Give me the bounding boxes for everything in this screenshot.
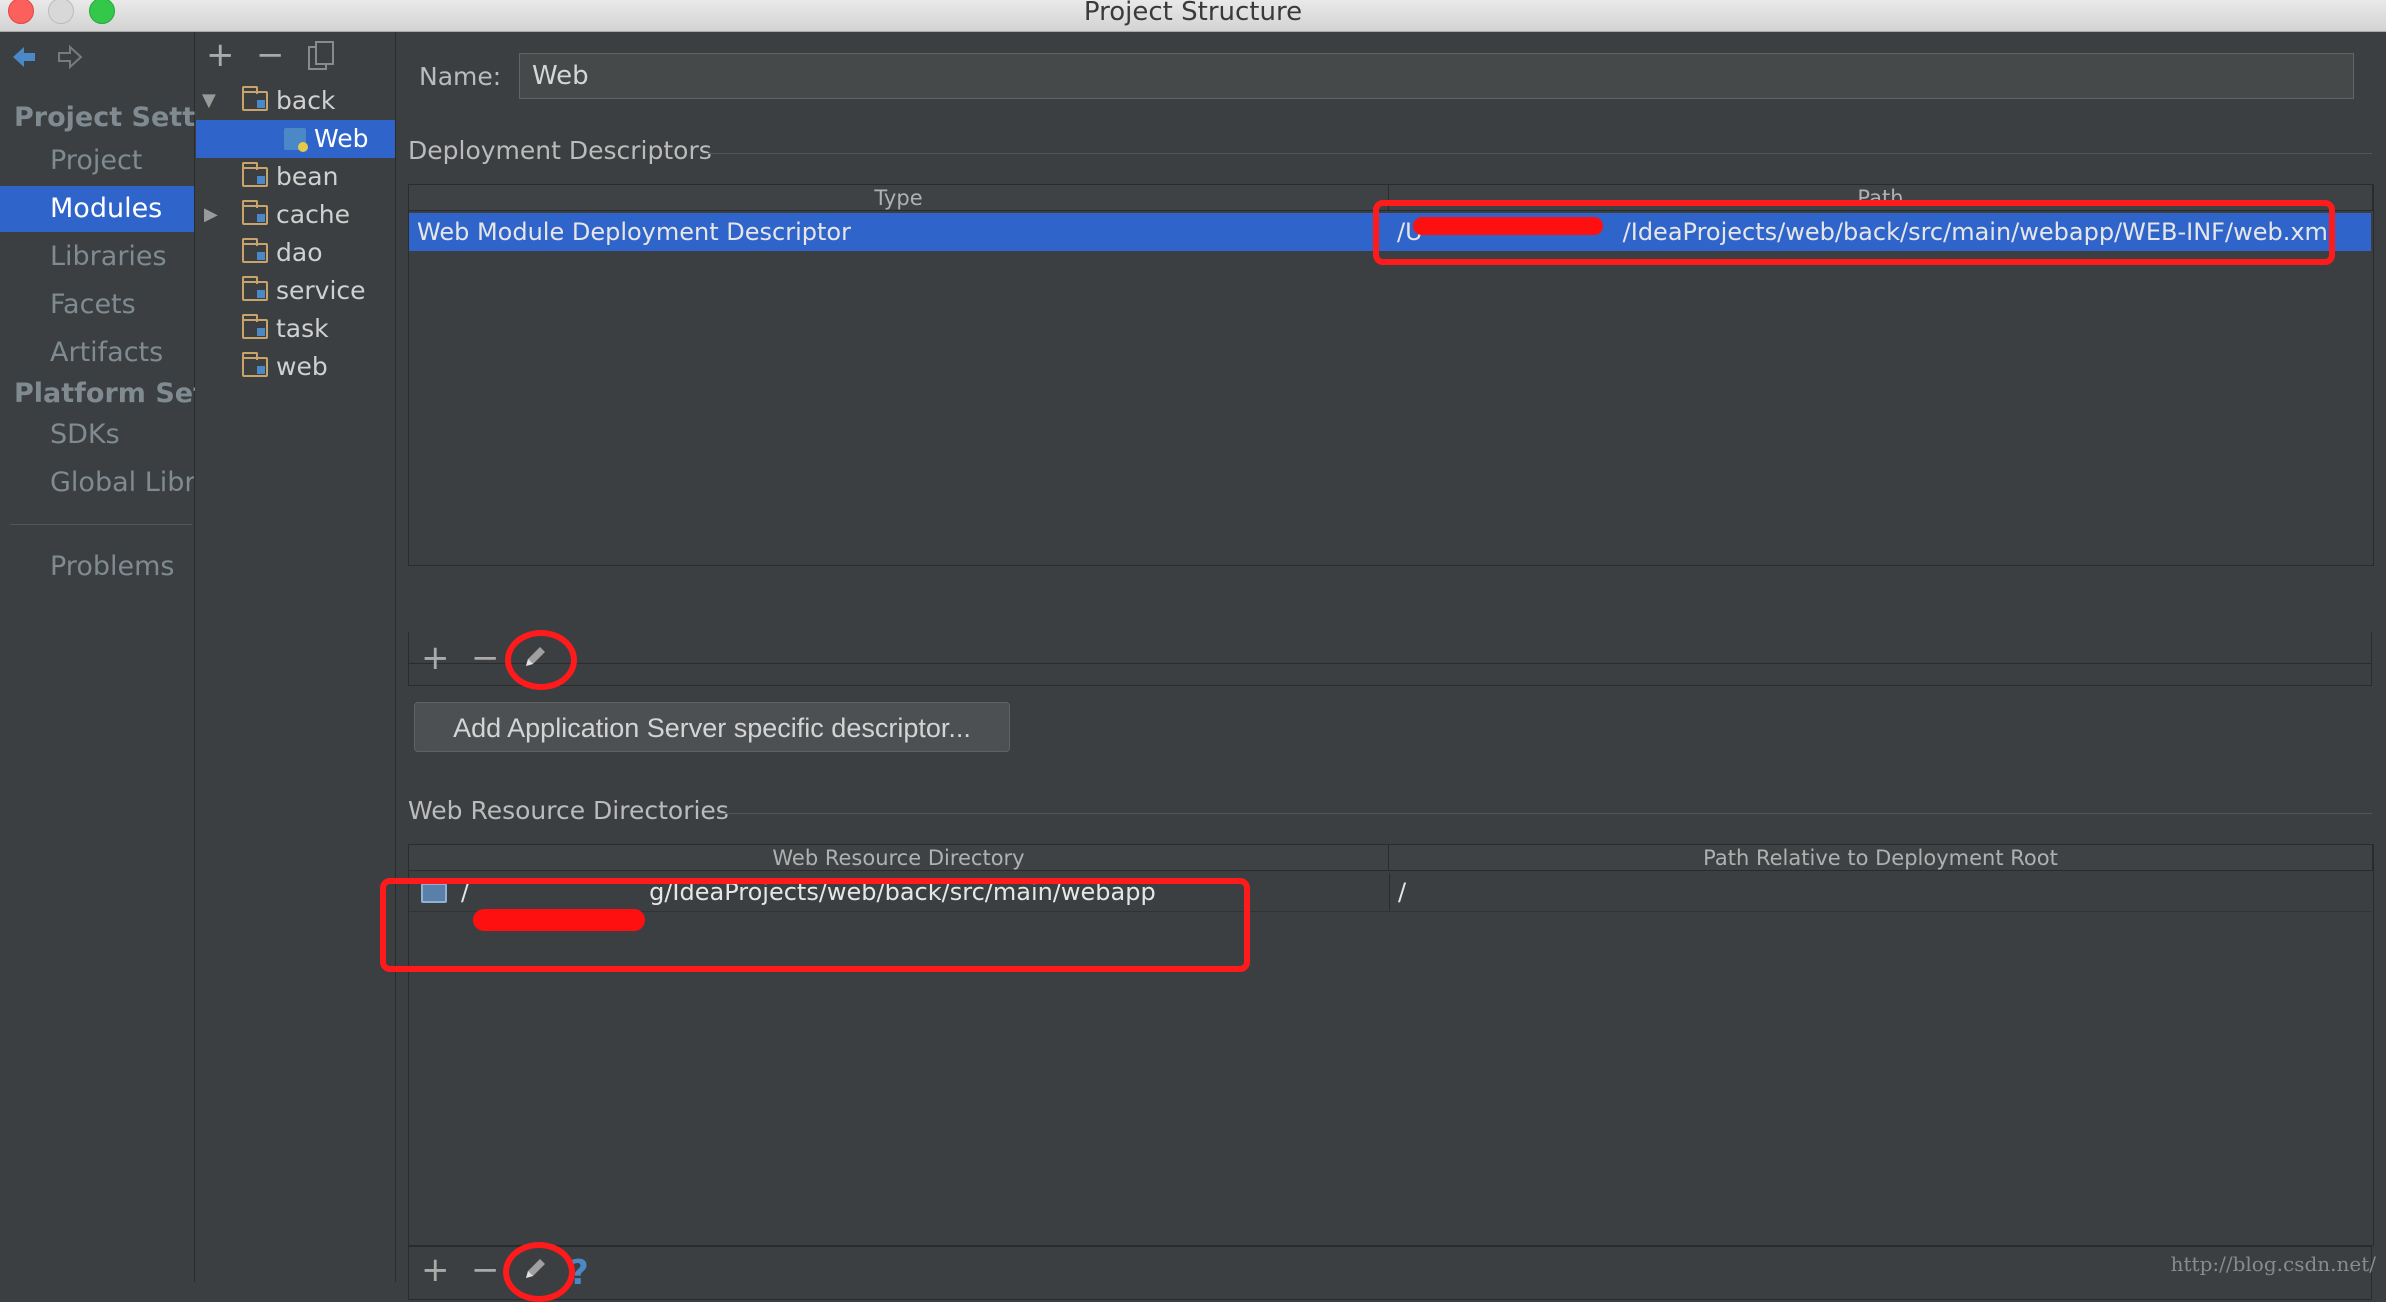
deployment-descriptors-title: Deployment Descriptors bbox=[408, 136, 712, 165]
title-bar: Project Structure bbox=[0, 0, 2386, 32]
nav-item-libraries[interactable]: Libraries bbox=[0, 234, 194, 280]
annotation-box-resource-dir bbox=[380, 878, 1250, 972]
annotation-box-path bbox=[1373, 200, 2335, 265]
nav-item-project[interactable]: Project bbox=[0, 138, 194, 184]
name-label: Name: bbox=[419, 62, 502, 91]
tree-item-web-facet[interactable]: Web bbox=[196, 120, 395, 158]
tree-item-back[interactable]: ▼ back bbox=[196, 82, 395, 120]
column-header-type[interactable]: Type bbox=[409, 185, 1389, 211]
collapsed-arrow-icon[interactable]: ▶ bbox=[204, 196, 218, 234]
module-folder-icon bbox=[242, 162, 268, 187]
tree-item-label: service bbox=[276, 276, 366, 305]
section-divider bbox=[702, 153, 2372, 154]
nav-item-global-libraries[interactable]: Global Libraries bbox=[0, 460, 194, 506]
module-folder-icon bbox=[242, 86, 268, 111]
tree-item-web[interactable]: web bbox=[196, 348, 395, 386]
nav-item-artifacts[interactable]: Artifacts bbox=[0, 330, 194, 376]
tree-item-label: back bbox=[276, 86, 336, 115]
nav-divider bbox=[10, 524, 192, 525]
nav-item-problems[interactable]: Problems bbox=[0, 544, 194, 590]
module-folder-icon bbox=[242, 200, 268, 225]
add-module-button[interactable]: + bbox=[206, 38, 235, 72]
tree-item-label: cache bbox=[276, 200, 351, 229]
tree-item-label: bean bbox=[276, 162, 339, 191]
platform-settings-header: Platform Settings bbox=[14, 378, 195, 409]
section-divider bbox=[717, 813, 2372, 814]
descriptor-type-cell: Web Module Deployment Descriptor bbox=[417, 218, 851, 246]
copy-icon[interactable] bbox=[306, 40, 336, 76]
annotation-oval-edit bbox=[503, 1242, 575, 1302]
forward-arrow-icon[interactable] bbox=[56, 44, 84, 74]
column-header-resource-dir[interactable]: Web Resource Directory bbox=[409, 845, 1389, 871]
remove-module-button[interactable]: − bbox=[256, 38, 285, 72]
tree-item-label: task bbox=[276, 314, 329, 343]
remove-descriptor-button[interactable]: − bbox=[471, 641, 500, 675]
tree-item-service[interactable]: service bbox=[196, 272, 395, 310]
tree-item-label: dao bbox=[276, 238, 323, 267]
tree-item-cache[interactable]: ▶ cache bbox=[196, 196, 395, 234]
back-arrow-icon[interactable] bbox=[10, 44, 38, 74]
tree-item-bean[interactable]: bean bbox=[196, 158, 395, 196]
web-facet-icon bbox=[284, 128, 308, 152]
tree-item-label: web bbox=[276, 352, 328, 381]
add-server-descriptor-button[interactable]: Add Application Server specific descript… bbox=[414, 702, 1010, 752]
nav-item-modules[interactable]: Modules bbox=[0, 186, 194, 232]
descriptor-toolbar: + − bbox=[408, 632, 2372, 686]
watermark: http://blog.csdn.net/ bbox=[2170, 1252, 2376, 1276]
module-folder-icon bbox=[242, 314, 268, 339]
nav-item-sdks[interactable]: SDKs bbox=[0, 412, 194, 458]
resource-toolbar: + − ? bbox=[408, 1246, 2372, 1300]
window-title: Project Structure bbox=[1083, 0, 1303, 27]
tree-item-task[interactable]: task bbox=[196, 310, 395, 348]
relative-path-cell: / bbox=[1389, 873, 2369, 911]
nav-item-facets[interactable]: Facets bbox=[0, 282, 194, 328]
settings-sidebar: Project Settings Project Modules Librari… bbox=[0, 32, 195, 1282]
annotation-oval-edit bbox=[505, 630, 577, 690]
module-folder-icon bbox=[242, 238, 268, 263]
facet-settings-panel: Name: Deployment Descriptors Type Path W… bbox=[380, 32, 2386, 1302]
column-header-relative-path[interactable]: Path Relative to Deployment Root bbox=[1389, 845, 2373, 871]
tree-item-label: Web bbox=[314, 124, 369, 153]
module-tree: + − ▼ back Web bean ▶ cache dao service … bbox=[196, 32, 396, 1282]
expanded-arrow-icon[interactable]: ▼ bbox=[202, 82, 216, 120]
name-input[interactable] bbox=[519, 53, 2354, 99]
module-folder-icon bbox=[242, 276, 268, 301]
add-descriptor-button[interactable]: + bbox=[421, 641, 450, 675]
tree-item-dao[interactable]: dao bbox=[196, 234, 395, 272]
web-resource-directories-title: Web Resource Directories bbox=[408, 796, 729, 825]
project-settings-header: Project Settings bbox=[14, 102, 195, 133]
module-folder-icon bbox=[242, 352, 268, 377]
